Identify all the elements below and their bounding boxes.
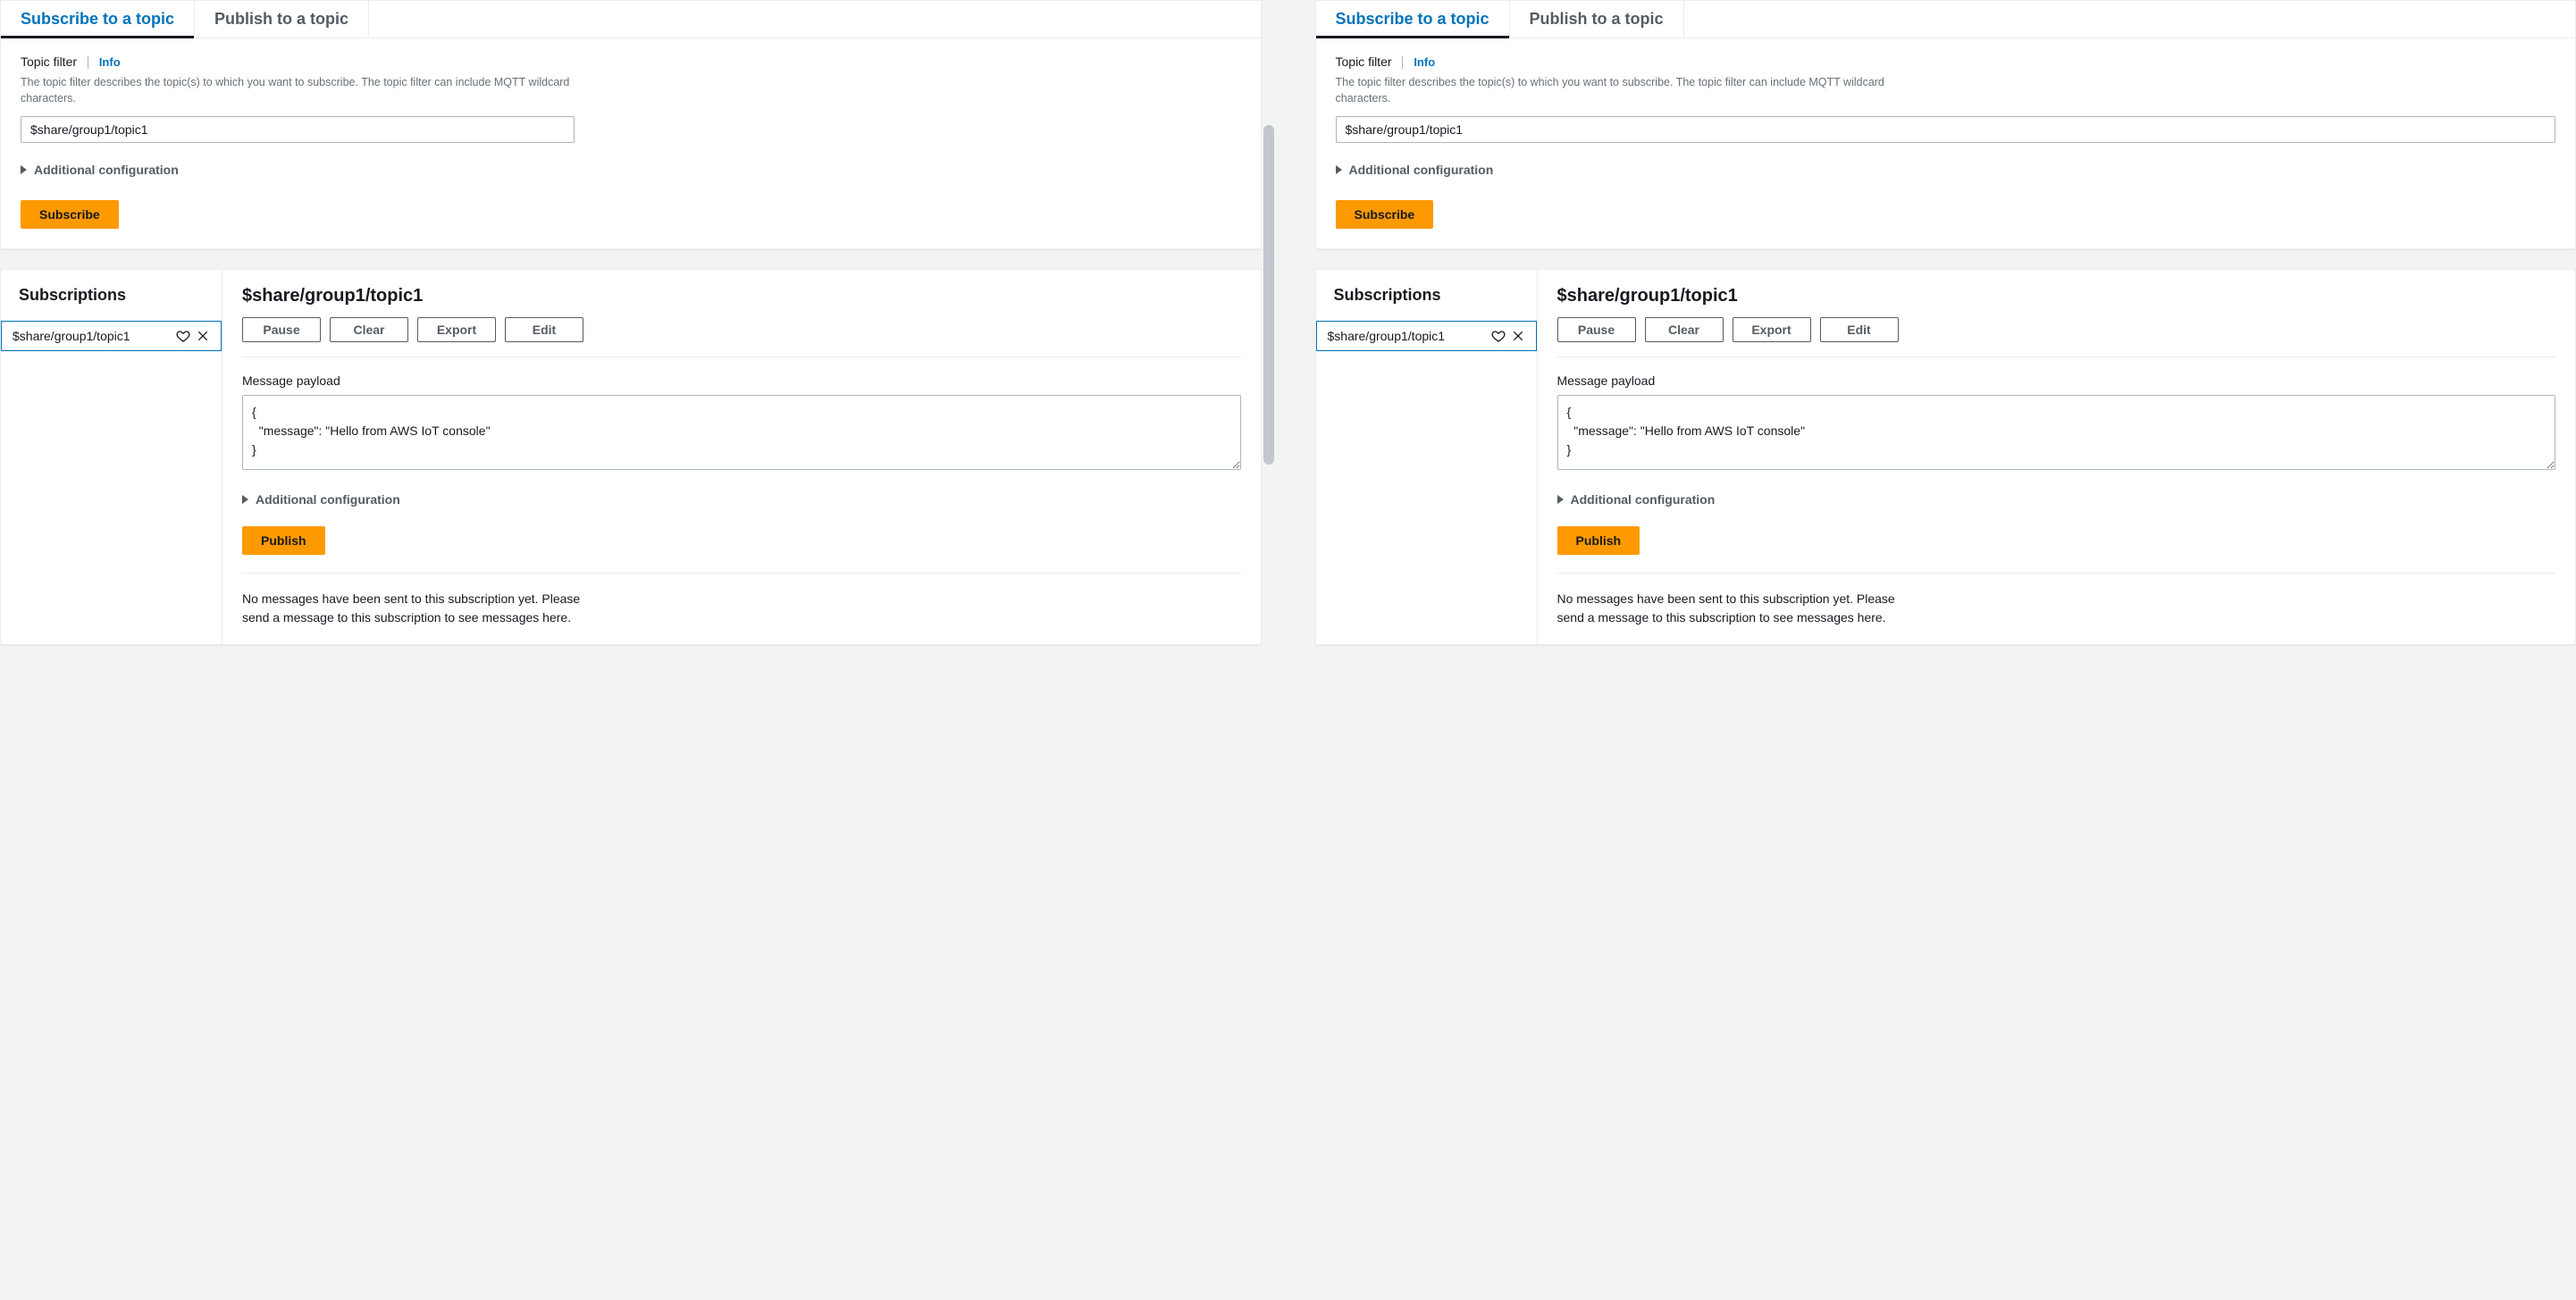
caret-right-icon <box>1557 495 1564 504</box>
payload-label: Message payload <box>242 373 1241 388</box>
topic-filter-label: Topic filter <box>21 55 77 69</box>
subscription-item[interactable]: $share/group1/topic1 <box>1316 321 1537 351</box>
detail-title: $share/group1/topic1 <box>242 286 1241 306</box>
close-icon[interactable] <box>1511 329 1525 343</box>
additional-config-label: Additional configuration <box>1349 163 1494 177</box>
detail-title: $share/group1/topic1 <box>1557 286 2556 306</box>
caret-right-icon <box>21 165 27 174</box>
subscriptions-title: Subscriptions <box>1 286 222 321</box>
topic-filter-input[interactable] <box>21 116 575 143</box>
edit-button[interactable]: Edit <box>505 317 583 342</box>
subscribe-panel: Subscribe to a topic Publish to a topic … <box>0 0 1262 249</box>
publish-button[interactable]: Publish <box>1557 526 1640 555</box>
payload-textarea[interactable] <box>242 395 1241 470</box>
no-messages-text: No messages have been sent to this subsc… <box>1557 590 1915 628</box>
pause-button[interactable]: Pause <box>1557 317 1636 342</box>
subscriptions-panel: Subscriptions $share/group1/topic1 $shar… <box>1315 269 2576 645</box>
tab-publish[interactable]: Publish to a topic <box>1510 1 1684 38</box>
heart-icon[interactable] <box>176 329 190 343</box>
tab-publish[interactable]: Publish to a topic <box>195 1 369 38</box>
scrollbar[interactable] <box>1263 125 1274 697</box>
additional-config-toggle[interactable]: Additional configuration <box>21 163 1241 177</box>
heart-icon[interactable] <box>1491 329 1506 343</box>
clear-button[interactable]: Clear <box>1645 317 1724 342</box>
topic-filter-desc: The topic filter describes the topic(s) … <box>1336 74 1890 106</box>
tabs-bar: Subscribe to a topic Publish to a topic <box>1316 1 2576 38</box>
subscriptions-title: Subscriptions <box>1316 286 1537 321</box>
publish-button[interactable]: Publish <box>242 526 325 555</box>
export-button[interactable]: Export <box>1733 317 1811 342</box>
additional-config-toggle-2[interactable]: Additional configuration <box>1557 492 2556 507</box>
info-link[interactable]: Info <box>99 55 121 69</box>
topic-filter-label: Topic filter <box>1336 55 1392 69</box>
caret-right-icon <box>242 495 248 504</box>
additional-config-toggle-2[interactable]: Additional configuration <box>242 492 1241 507</box>
edit-button[interactable]: Edit <box>1820 317 1899 342</box>
no-messages-text: No messages have been sent to this subsc… <box>242 590 600 628</box>
subscription-item[interactable]: $share/group1/topic1 <box>1 321 222 351</box>
tab-subscribe[interactable]: Subscribe to a topic <box>1 1 195 38</box>
topic-filter-desc: The topic filter describes the topic(s) … <box>21 74 575 106</box>
payload-label: Message payload <box>1557 373 2556 388</box>
subscription-item-name: $share/group1/topic1 <box>13 329 130 343</box>
topic-filter-input[interactable] <box>1336 116 2556 143</box>
caret-right-icon <box>1336 165 1342 174</box>
pause-button[interactable]: Pause <box>242 317 321 342</box>
subscribe-button[interactable]: Subscribe <box>1336 200 1434 229</box>
info-link[interactable]: Info <box>1414 55 1435 69</box>
clear-button[interactable]: Clear <box>330 317 408 342</box>
tabs-bar: Subscribe to a topic Publish to a topic <box>1 1 1261 38</box>
export-button[interactable]: Export <box>417 317 496 342</box>
additional-config-label-2: Additional configuration <box>256 492 400 507</box>
additional-config-label: Additional configuration <box>34 163 179 177</box>
subscribe-button[interactable]: Subscribe <box>21 200 119 229</box>
divider <box>1402 56 1403 69</box>
additional-config-toggle[interactable]: Additional configuration <box>1336 163 2556 177</box>
additional-config-label-2: Additional configuration <box>1571 492 1716 507</box>
subscription-item-name: $share/group1/topic1 <box>1328 329 1446 343</box>
payload-textarea[interactable] <box>1557 395 2556 470</box>
subscriptions-panel: Subscriptions $share/group1/topic1 $shar… <box>0 269 1262 645</box>
tab-subscribe[interactable]: Subscribe to a topic <box>1316 1 1510 38</box>
subscribe-panel: Subscribe to a topic Publish to a topic … <box>1315 0 2576 249</box>
close-icon[interactable] <box>196 329 210 343</box>
